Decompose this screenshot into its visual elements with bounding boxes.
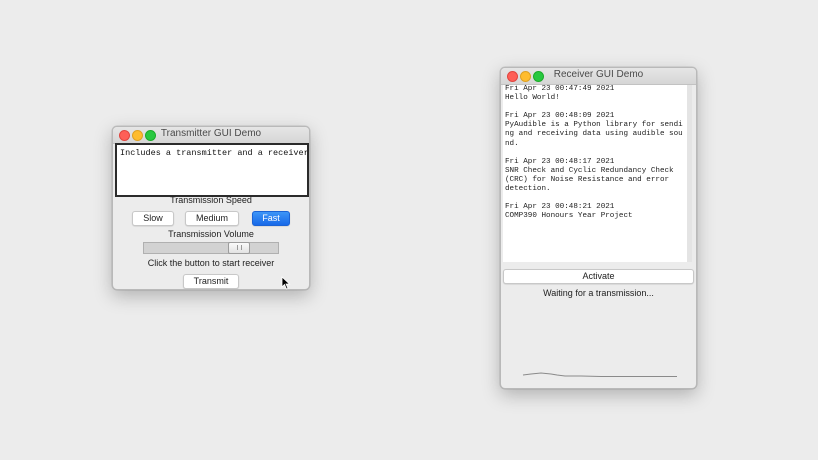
speed-slow-button[interactable]: Slow — [132, 211, 174, 226]
log-timestamp: Fri Apr 23 00:48:09 2021 — [505, 112, 615, 121]
receive-log[interactable]: Fri Apr 23 00:47:49 2021 Hello World! Fr… — [503, 85, 687, 262]
log-entry: Fri Apr 23 00:48:09 2021 PyAudible is a … — [505, 112, 685, 148]
volume-slider-thumb[interactable] — [228, 242, 250, 254]
window-title: Receiver GUI Demo — [553, 69, 644, 80]
volume-slider[interactable] — [143, 242, 279, 254]
speed-fast-button[interactable]: Fast — [252, 211, 290, 226]
mouse-cursor-icon — [281, 276, 291, 290]
log-entry: Fri Apr 23 00:47:49 2021 Hello World! — [505, 85, 685, 103]
receiver-titlebar[interactable]: Receiver GUI Demo — [501, 68, 696, 85]
log-timestamp: Fri Apr 23 00:47:49 2021 — [505, 85, 615, 93]
window-title: Transmitter GUI Demo — [160, 128, 262, 139]
log-message: Hello World! — [505, 94, 560, 103]
waveform-plot — [522, 372, 677, 377]
receiver-status: Waiting for a transmission... — [543, 288, 654, 298]
receiver-window: Receiver GUI Demo Fri Apr 23 00:47:49 20… — [500, 67, 697, 389]
transmit-button[interactable]: Transmit — [183, 274, 239, 289]
log-entry: Fri Apr 23 00:48:21 2021 COMP390 Honours… — [505, 203, 685, 221]
transmitter-titlebar[interactable]: Transmitter GUI Demo — [113, 127, 309, 144]
receiver-hint: Click the button to start receiver — [147, 258, 275, 268]
volume-label: Transmission Volume — [168, 229, 254, 239]
log-timestamp: Fri Apr 23 00:48:21 2021 — [505, 203, 615, 212]
speed-medium-button[interactable]: Medium — [185, 211, 239, 226]
activate-button[interactable]: Activate — [503, 269, 694, 284]
log-message: COMP390 Honours Year Project — [505, 212, 633, 221]
log-entry: Fri Apr 23 00:48:17 2021 SNR Check and C… — [505, 158, 685, 194]
log-message: SNR Check and Cyclic Redundancy Check (C… — [505, 166, 679, 194]
message-text: Includes a transmitter and a receiver — [120, 148, 309, 158]
speed-label: Transmission Speed — [170, 195, 252, 205]
transmitter-window: Transmitter GUI Demo Includes a transmit… — [112, 126, 310, 290]
log-timestamp: Fri Apr 23 00:48:17 2021 — [505, 157, 615, 166]
log-scrollbar[interactable] — [687, 85, 692, 262]
message-textarea[interactable]: Includes a transmitter and a receiver — [115, 143, 309, 197]
log-message: PyAudible is a Python library for sendin… — [505, 121, 683, 148]
